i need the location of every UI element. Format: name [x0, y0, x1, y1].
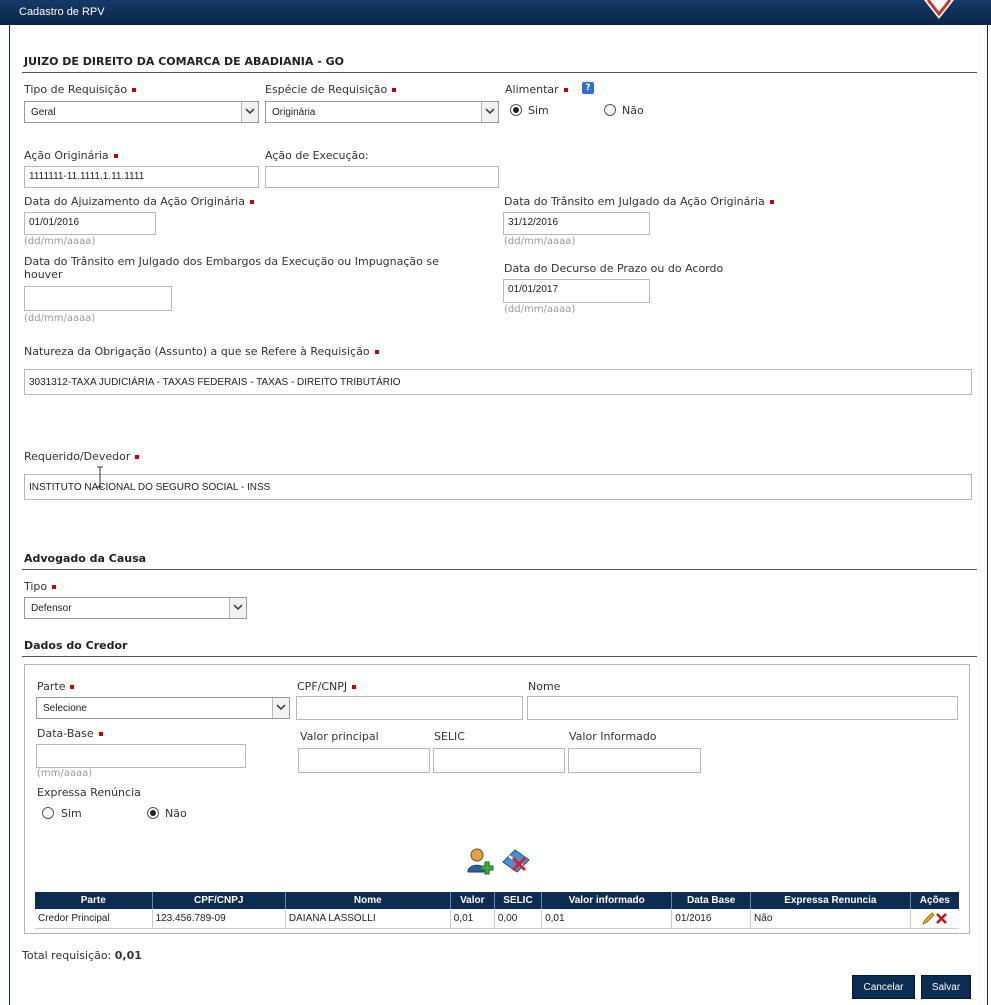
especie-requisicao-select[interactable]: Originária [265, 101, 499, 123]
data-ajuizamento-input[interactable]: 01/01/2016 [24, 212, 156, 235]
credor-table: Parte CPF/CNPJ Nome Valor SELIC Valor in… [35, 892, 959, 929]
renuncia-nao-radio[interactable] [147, 807, 159, 819]
table-header: Valor informado [541, 892, 673, 909]
court-heading: JUIZO DE DIREITO DA COMARCA DE ABADIANIA… [24, 55, 345, 68]
credor-data-base-input[interactable] [36, 744, 246, 768]
data-transito-originaria-label: Data do Trânsito em Julgado da Ação Orig… [504, 195, 774, 208]
valor-principal-label: Valor principal [300, 730, 379, 743]
credor-nome-input[interactable] [527, 696, 958, 720]
data-decurso-label: Data do Decurso de Prazo ou do Acordo [504, 262, 724, 275]
alimentar-nao-radio[interactable] [604, 104, 616, 116]
table-header: Ações [910, 892, 959, 909]
advogado-tipo-select[interactable]: Defensor [24, 597, 247, 619]
table-cell: Credor Principal [35, 909, 153, 929]
chevron-down-icon [272, 698, 289, 718]
advogado-tipo-label: Tipo [24, 580, 57, 593]
table-cell: 0,01 [450, 909, 495, 929]
data-transito-originaria-hint: (dd/mm/aaaa) [504, 236, 576, 247]
table-header: SELIC [494, 892, 543, 909]
edit-pencil-icon[interactable] [921, 912, 935, 925]
table-header: Parte [35, 892, 153, 909]
credor-divider [22, 656, 977, 657]
table-header: Nome [285, 892, 451, 909]
credor-parte-label: Parte [37, 680, 75, 693]
delete-x-icon[interactable] [935, 912, 948, 925]
chevron-down-icon [241, 102, 258, 122]
frame-left-border [9, 25, 10, 1005]
credor-nome-label: Nome [528, 680, 561, 693]
table-cell: 0,01 [541, 909, 673, 929]
data-decurso-input[interactable]: 01/01/2017 [503, 279, 650, 303]
data-decurso-hint: (dd/mm/aaaa) [504, 304, 576, 315]
total-requisicao: Total requisição: 0,01 [22, 949, 142, 962]
renuncia-sim-radio[interactable] [42, 807, 54, 819]
requerido-input[interactable]: INSTITUTO NACIONAL DO SEGURO SOCIAL - IN… [24, 474, 972, 500]
table-header: Valor [450, 892, 495, 909]
table-row: Credor Principal 123.456.789-09 DAIANA L… [35, 909, 959, 929]
credor-data-base-hint: (mm/aaaa) [37, 768, 93, 779]
data-transito-embargos-label-1: Data do Trânsito em Julgado dos Embargos… [24, 255, 439, 268]
credor-parte-select[interactable]: Selecione [36, 697, 290, 719]
acao-originaria-input[interactable]: 1111111-11.1111.1.11.1111 [24, 166, 259, 188]
alimentar-sim-radio[interactable] [510, 104, 522, 116]
data-ajuizamento-label: Data do Ajuizamento da Ação Originária [24, 195, 254, 208]
data-transito-embargos-label-2: houver [24, 268, 63, 281]
frame-right-border [987, 25, 988, 1005]
help-icon[interactable]: ? [582, 82, 594, 94]
table-cell: DAIANA LASSOLLI [285, 909, 451, 929]
cancel-button[interactable]: Cancelar [852, 975, 915, 999]
selic-input[interactable] [433, 748, 565, 773]
table-cell: Não [750, 909, 911, 929]
especie-requisicao-label: Espécie de Requisição [265, 83, 397, 96]
window-title: Cadastro de RPV [19, 6, 105, 18]
credor-data-base-label: Data-Base [37, 727, 103, 740]
table-cell: 0,00 [494, 909, 543, 929]
natureza-input[interactable]: 3031312-TAXA JUDICIÁRIA - TAXAS FEDERAIS… [24, 369, 972, 395]
court-divider [22, 72, 977, 73]
table-header: Data Base [671, 892, 752, 909]
acao-originaria-label: Ação Originária [24, 149, 118, 162]
clear-eraser-icon[interactable] [500, 846, 532, 874]
table-actions-cell [910, 909, 959, 929]
credor-cpf-input[interactable] [296, 696, 523, 720]
credor-cpf-label: CPF/CNPJ [297, 680, 357, 693]
alimentar-sim-label: Sim [528, 104, 549, 117]
renuncia-nao-label: Não [165, 807, 187, 820]
table-header-row: Parte CPF/CNPJ Nome Valor SELIC Valor in… [35, 892, 959, 909]
chevron-down-icon [229, 598, 246, 618]
tipo-requisicao-label: Tipo de Requisição [24, 83, 137, 96]
save-button[interactable]: Salvar [921, 975, 971, 999]
advogado-section-title: Advogado da Causa [24, 552, 147, 565]
table-cell: 123.456.789-09 [152, 909, 286, 929]
alimentar-label: Alimentar [505, 83, 568, 96]
requerido-label: Requerido/Devedor [24, 450, 140, 463]
alimentar-nao-label: Não [622, 104, 644, 117]
acao-execucao-input[interactable] [265, 166, 499, 188]
table-header: CPF/CNPJ [152, 892, 286, 909]
data-transito-embargos-hint: (dd/mm/aaaa) [24, 313, 96, 324]
chevron-down-icon [481, 102, 498, 122]
natureza-label: Natureza da Obrigação (Assunto) a que se… [24, 345, 379, 358]
text-cursor-icon [97, 466, 103, 488]
data-transito-embargos-input[interactable] [24, 286, 172, 311]
add-user-icon[interactable] [466, 847, 494, 875]
advogado-divider [22, 569, 977, 570]
renuncia-sim-label: Sim [61, 807, 82, 820]
selic-label: SELIC [434, 730, 465, 743]
valor-principal-input[interactable] [298, 748, 430, 773]
window-title-bar: Cadastro de RPV [0, 0, 991, 25]
valor-informado-label: Valor Informado [569, 730, 657, 743]
renuncia-label: Expressa Renúncia [37, 786, 141, 799]
tipo-requisicao-select[interactable]: Geral [24, 101, 259, 123]
logo-icon [924, 0, 954, 19]
acao-execucao-label: Ação de Execução: [265, 149, 369, 162]
table-cell: 01/2016 [671, 909, 752, 929]
data-ajuizamento-hint: (dd/mm/aaaa) [24, 236, 96, 247]
valor-informado-input[interactable] [568, 748, 701, 773]
data-transito-originaria-input[interactable]: 31/12/2016 [503, 212, 650, 235]
credor-section-title: Dados do Credor [24, 639, 128, 652]
table-header: Expressa Renuncia [750, 892, 911, 909]
